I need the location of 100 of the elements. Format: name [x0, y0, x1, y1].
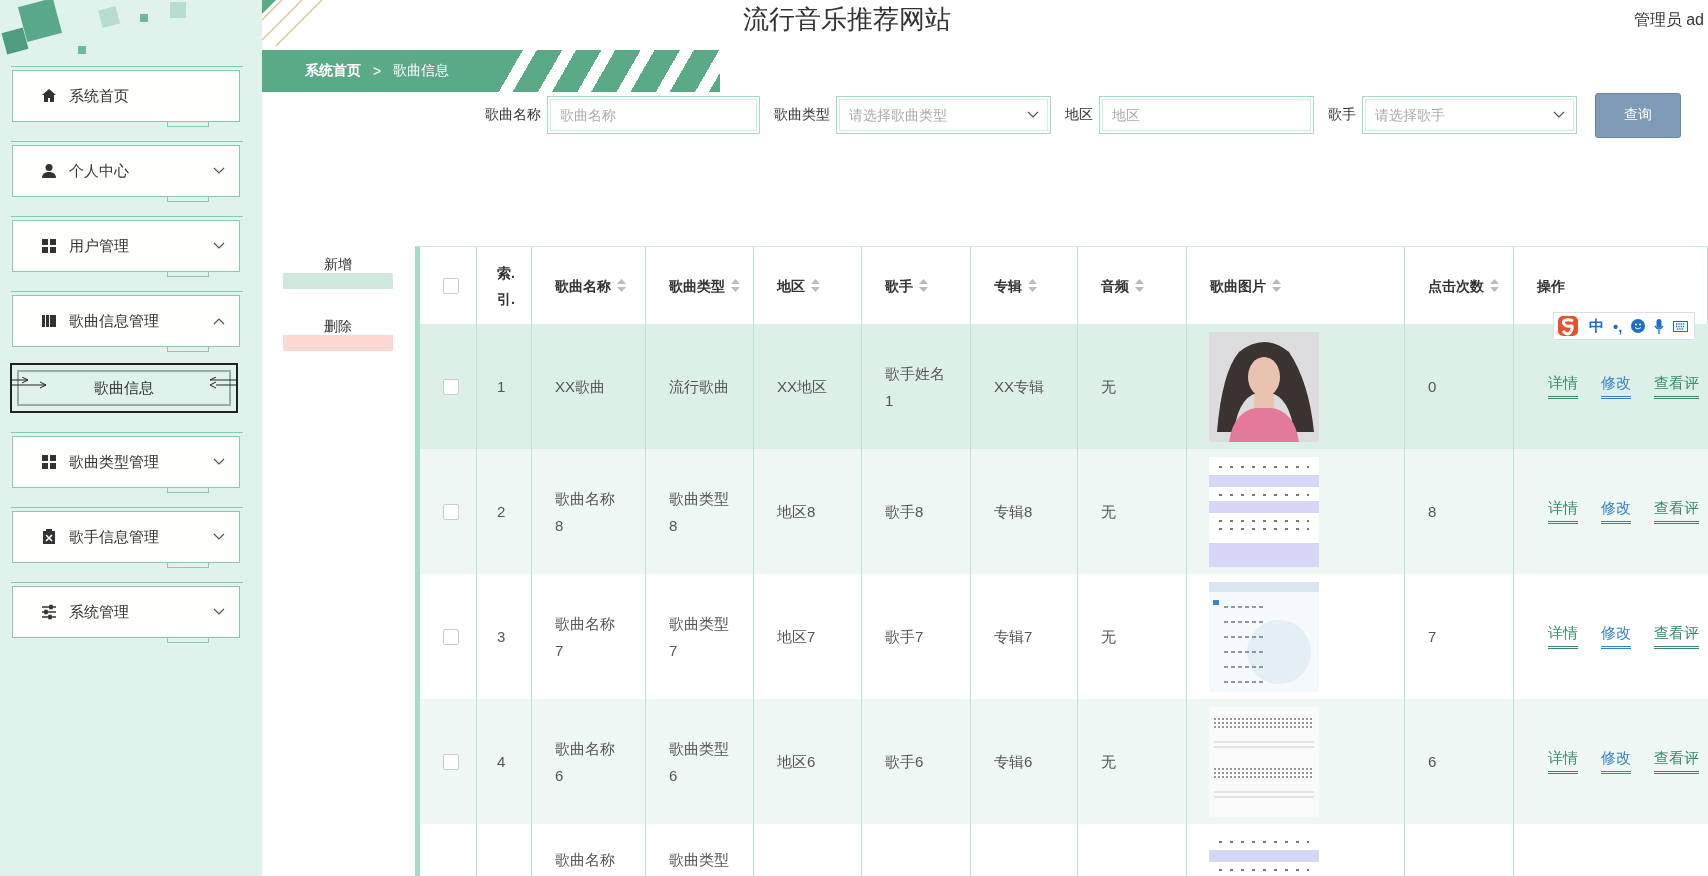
table-cell-text: 歌曲类型7	[669, 613, 730, 661]
checkbox[interactable]	[443, 378, 459, 395]
field-label: 歌曲名称	[485, 106, 541, 124]
smiley-icon[interactable]	[1631, 319, 1646, 333]
checkbox[interactable]	[443, 277, 459, 294]
sort-icon[interactable]	[617, 279, 626, 292]
checkbox[interactable]	[443, 503, 459, 520]
sidebar-subitem[interactable]: 歌曲信息	[10, 363, 238, 413]
column-header: 歌曲名称	[555, 276, 611, 296]
table-cell-text: 7	[1428, 627, 1437, 647]
details-link[interactable]: 详情	[1548, 749, 1578, 774]
table-cell-text: 流行歌曲	[669, 377, 729, 397]
table-cell-text: 3	[497, 627, 506, 647]
column-header: 专辑	[994, 276, 1022, 296]
table-cell-text: 地区6	[777, 752, 816, 772]
field-label: 歌曲类型	[774, 106, 830, 124]
keyboard-icon[interactable]	[1673, 320, 1689, 332]
table-cell-text: 地区7	[777, 627, 816, 647]
table-cell-text: 4	[497, 752, 506, 772]
sort-icon[interactable]	[1135, 279, 1144, 292]
sort-icon[interactable]	[811, 279, 820, 292]
chevron-down-icon	[213, 608, 225, 616]
table-cell-text: 歌曲名称	[555, 850, 615, 870]
table-cell-text: XX歌曲	[555, 377, 605, 397]
breadcrumb-current: 歌曲信息	[393, 62, 450, 80]
table-cell-text: 1	[497, 377, 506, 397]
table-row[interactable]: 2 歌曲名称8 歌曲类型8 地区8 歌手8 专辑8 无 8 详情 修改 查看评	[420, 449, 1708, 574]
sort-icon[interactable]	[1490, 279, 1499, 292]
sort-icon[interactable]	[1272, 279, 1281, 292]
input-field[interactable]: 地区	[1099, 96, 1314, 134]
column-header: 操作	[1537, 276, 1565, 296]
edit-link[interactable]: 修改	[1601, 749, 1631, 774]
table-cell-text: 专辑7	[994, 627, 1033, 647]
table-cell-text: 歌手7	[885, 627, 924, 647]
sort-icon[interactable]	[1028, 279, 1037, 292]
checkbox[interactable]	[443, 628, 459, 645]
details-link[interactable]: 详情	[1548, 374, 1578, 399]
column-header: 音频	[1101, 276, 1129, 296]
chevron-down-icon	[213, 167, 225, 175]
column-header: 歌曲类型	[669, 276, 725, 296]
table-cell-text: 8	[1428, 502, 1437, 522]
comments-link[interactable]: 查看评	[1654, 499, 1699, 524]
table-cell-text: 无	[1101, 627, 1116, 647]
edit-link[interactable]: 修改	[1601, 374, 1631, 399]
table-cell-text: 无	[1101, 752, 1116, 772]
edit-link[interactable]: 修改	[1601, 624, 1631, 649]
details-link[interactable]: 详情	[1548, 624, 1578, 649]
microphone-icon[interactable]	[1654, 318, 1665, 334]
column-header: 歌手	[885, 276, 913, 296]
arrows-icon	[12, 377, 48, 391]
sort-icon[interactable]	[731, 279, 740, 292]
select-field[interactable]: 请选择歌曲类型	[836, 96, 1051, 134]
sort-icon[interactable]	[919, 279, 928, 292]
comments-link[interactable]: 查看评	[1654, 374, 1699, 399]
comments-link[interactable]: 查看评	[1654, 624, 1699, 649]
person-icon	[41, 163, 57, 179]
chevron-down-icon	[213, 533, 225, 541]
field-label: 歌手	[1328, 106, 1356, 124]
table-cell-text: 歌曲名称8	[555, 488, 616, 536]
table-cell-text: 专辑6	[994, 752, 1033, 772]
sliders-icon	[41, 604, 57, 620]
table-cell-text: 0	[1428, 377, 1437, 397]
chevron-up-icon	[213, 317, 225, 325]
table-cell-text: 歌手6	[885, 752, 924, 772]
edit-link[interactable]: 修改	[1601, 499, 1631, 524]
table-cell-text: 歌手姓名1	[885, 363, 946, 411]
grid-icon	[41, 454, 57, 470]
table-cell-text: XX地区	[777, 377, 827, 397]
clipboard-icon	[41, 529, 57, 545]
table-cell-text: 歌曲类型6	[669, 738, 730, 786]
chevron-down-icon	[1027, 111, 1039, 119]
table-cell-text: 歌曲类型8	[669, 488, 730, 536]
table-cell-text: 专辑8	[994, 502, 1033, 522]
column-header: 索.引.	[497, 263, 516, 309]
comments-link[interactable]: 查看评	[1654, 749, 1699, 774]
site-title: 流行音乐推荐网站	[743, 3, 952, 36]
table-cell-text: 歌曲类型	[669, 850, 729, 870]
details-link[interactable]: 详情	[1548, 499, 1578, 524]
column-header: 点击次数	[1428, 276, 1484, 296]
book-icon	[41, 313, 57, 329]
chevron-down-icon	[213, 458, 225, 466]
user-name[interactable]: 管理员 ad	[1633, 0, 1708, 31]
grid-icon	[41, 238, 57, 254]
table-cell-text: 无	[1101, 377, 1116, 397]
table-cell-text: 地区8	[777, 502, 816, 522]
breadcrumb-separator: >	[373, 63, 382, 79]
chevron-down-icon	[213, 242, 225, 250]
table-cell-text: 歌曲名称6	[555, 738, 616, 786]
table-cell-text: 歌手8	[885, 502, 924, 522]
checkbox[interactable]	[443, 753, 459, 770]
column-header: 地区	[777, 276, 805, 296]
chevron-down-icon	[1553, 111, 1565, 119]
select-field[interactable]: 请选择歌手	[1362, 96, 1577, 134]
input-field[interactable]: 歌曲名称	[547, 96, 760, 134]
field-label: 地区	[1065, 106, 1093, 124]
table-row[interactable]: 4 歌曲名称6 歌曲类型6 地区6 歌手6 专辑6 无 6 详情 修改 查看评	[420, 699, 1708, 824]
ime-logo-icon[interactable]	[1556, 314, 1580, 338]
table-cell-text: 歌曲名称7	[555, 613, 616, 661]
arrows-icon	[208, 377, 236, 391]
table-cell-text: XX专辑	[994, 377, 1044, 397]
